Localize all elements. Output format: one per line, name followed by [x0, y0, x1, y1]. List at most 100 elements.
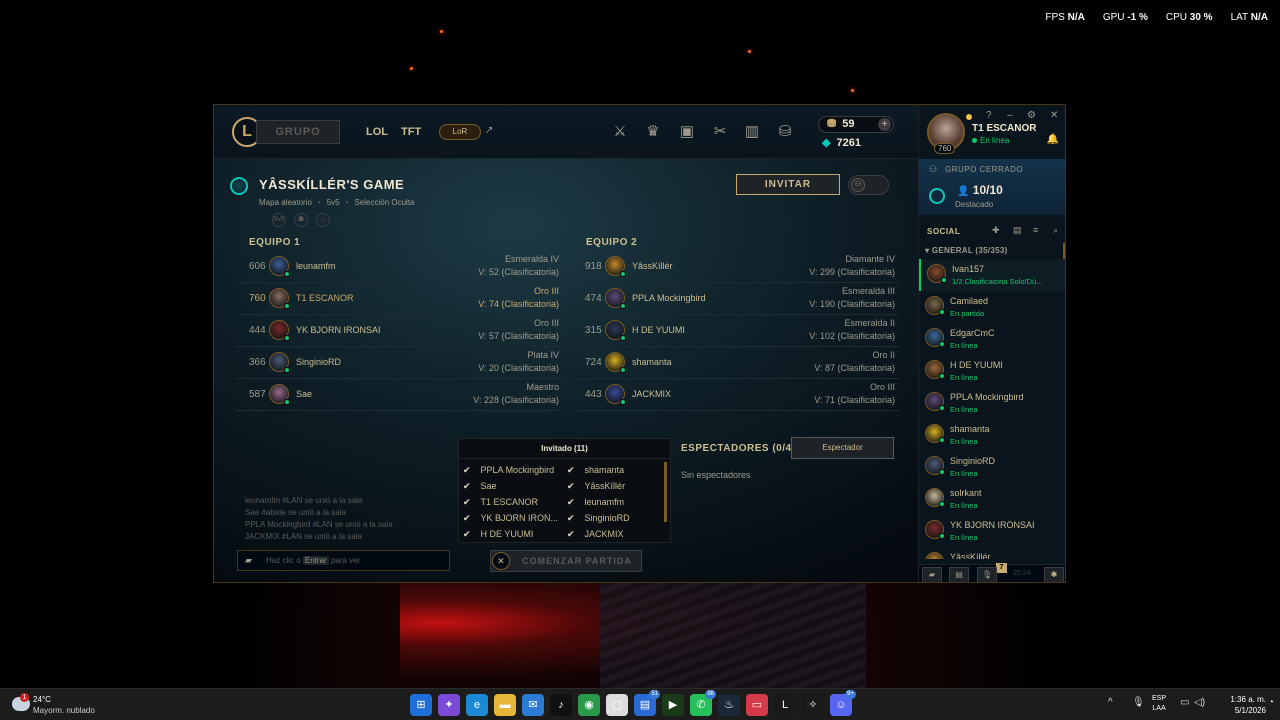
chat-icon[interactable]: ▰ — [922, 567, 942, 582]
start-game-button[interactable]: COMENZAR PARTIDA — [490, 550, 642, 572]
friend-row[interactable]: Ivan157 1/2 Clasificatoria Solo/Dú... — [919, 259, 1065, 291]
chat-message: Sae #abate se unió a la sala — [245, 508, 346, 517]
friend-row[interactable]: SinginioRD En línea — [919, 451, 1065, 483]
invited-header: Invitado (11) — [459, 439, 670, 459]
player-row[interactable]: 443 JACKMIX Oro III V: 71 (Clasificatoria) — [572, 379, 899, 411]
profile-status[interactable]: En línea — [972, 136, 1009, 145]
microphone-icon[interactable]: 🎙 — [1132, 697, 1145, 708]
messages-icon[interactable]: ▤ 7 — [949, 563, 1007, 582]
chat-message: JACKMIX #LAN se unió a la sala — [245, 532, 362, 541]
friend-group-general[interactable]: ▾ GENERAL (35/353) — [925, 246, 1008, 255]
chat-input[interactable]: ▰ Haz clic o Entrar para ver — [237, 550, 450, 571]
friend-name: H DE YUUMI — [950, 360, 1003, 370]
friend-row[interactable]: PPLA Mockingbird En línea — [919, 387, 1065, 419]
friend-row[interactable]: Camilaed En partida — [919, 291, 1065, 323]
group-closed-card[interactable]: ⚇ GRUPO CERRADO 👤 10/10 Destacado — [919, 159, 1065, 215]
taskbar-app-icon[interactable]: ✦ — [438, 694, 460, 716]
player-level: 587 — [249, 389, 266, 400]
friend-status: 1/2 Clasificatoria Solo/Dú... — [952, 277, 1043, 286]
language-indicator[interactable]: ESP LAA — [1152, 694, 1166, 714]
bug-report-icon[interactable]: ✱ — [1044, 567, 1064, 582]
taskbar-app-icon[interactable]: ▭ — [746, 694, 768, 716]
buy-rp-button[interactable]: + — [878, 118, 891, 131]
friend-row[interactable]: solrkant En línea — [919, 483, 1065, 515]
player-row[interactable]: 587 Sae Maestro V: 228 (Clasificatoria) — [236, 379, 563, 411]
player-row[interactable]: 606 leunamfm Esmeralda IV V: 52 (Clasificat… — [236, 251, 563, 283]
play-group-button[interactable]: GRUPO — [256, 120, 340, 144]
settings-gear-icon[interactable]: ⚙ — [1027, 110, 1036, 121]
tab-lol[interactable]: LOL — [366, 126, 388, 138]
taskbar-app-icon[interactable]: ▬ — [494, 694, 516, 716]
profile-card-icon[interactable]: ▣ — [677, 122, 697, 142]
taskbar-app-icon[interactable]: ☺ 9+ — [830, 690, 856, 716]
friend-name: YK BJORN IRONSAI — [950, 520, 1035, 530]
player-row[interactable]: 724 shamanta Oro II V: 87 (Clasificatoria) — [572, 347, 899, 379]
player-row[interactable]: 760 T1 ESCANOR Oro III V: 74 (Clasificatori… — [236, 283, 563, 315]
minimize-button[interactable]: – — [1007, 110, 1013, 121]
crafting-icon[interactable]: ✂ — [710, 122, 730, 142]
player-row[interactable]: 444 YK BJORN IRONSAI Oro III V: 57 (Clasifi… — [236, 315, 563, 347]
volume-icon[interactable]: ◁) — [1194, 697, 1205, 708]
online-status-dot — [939, 469, 945, 475]
clash-icon[interactable]: ⚔ — [610, 122, 630, 142]
lobby-title: YÂSSKÍLLÉR'S GAME — [259, 177, 405, 192]
taskbar-app-icon[interactable]: e — [466, 694, 488, 716]
tab-tft[interactable]: TFT — [401, 126, 421, 138]
taskbar-app-icon[interactable]: ✧ — [802, 694, 824, 716]
notifications-bell-icon[interactable]: 🔔 — [1047, 134, 1059, 145]
list-view-icon[interactable]: ≡ — [1033, 225, 1038, 235]
taskbar-app-icon[interactable]: ▢ — [606, 694, 628, 716]
player-name: T1 ESCANOR — [296, 293, 354, 303]
rp-balance[interactable]: ⛃ 59 + — [818, 116, 894, 133]
add-folder-icon[interactable]: ▤ — [1013, 225, 1022, 236]
player-level: 760 — [249, 293, 266, 304]
leave-lobby-button[interactable]: ✕ — [492, 552, 510, 570]
taskbar-app-icon[interactable]: ◉ — [578, 694, 600, 716]
player-row[interactable]: 366 SinginioRD Plata IV V: 20 (Clasificator… — [236, 347, 563, 379]
taskbar-app-icon[interactable]: ▶ — [662, 694, 684, 716]
notification-dot — [966, 114, 972, 120]
app-notification-badge: 51 — [649, 690, 660, 699]
online-status-dot — [939, 309, 945, 315]
search-icon[interactable]: ⌕ — [1053, 225, 1058, 236]
notification-icon[interactable]: ◔ — [1268, 697, 1274, 708]
invite-button[interactable]: INVITAR — [736, 174, 840, 195]
invited-scrollbar[interactable] — [664, 462, 667, 522]
friend-row[interactable]: EdgarCmC En línea — [919, 323, 1065, 355]
player-row[interactable]: 474 PPLA Mockingbird Esmeralda III V: 190 (… — [572, 283, 899, 315]
friend-row[interactable]: YâssKíllér — [919, 547, 1065, 559]
clock[interactable]: 1:36 a. m. 5/1/2026 — [1216, 694, 1266, 716]
external-link-icon[interactable]: ↗ — [485, 125, 493, 136]
close-button[interactable]: ✕ — [1050, 110, 1058, 121]
trophy-icon[interactable]: ♛ — [643, 122, 663, 142]
taskbar-app-icon[interactable]: ✉ — [522, 694, 544, 716]
friend-row[interactable]: H DE YUUMI En línea — [919, 355, 1065, 387]
microphone-icon[interactable]: 🎙 — [977, 567, 997, 582]
player-wins: V: 87 (Clasificatoria) — [814, 363, 895, 373]
friend-row[interactable]: YK BJORN IRONSAI En línea — [919, 515, 1065, 547]
add-friend-icon[interactable]: ✚ — [992, 225, 1000, 236]
taskbar-app-icon[interactable]: L — [774, 694, 796, 716]
friend-row[interactable]: shamanta En línea — [919, 419, 1065, 451]
taskbar-app-icon[interactable]: ✆ 98 — [690, 690, 716, 716]
online-status-dot — [620, 335, 626, 341]
friend-status: En línea — [950, 373, 978, 382]
store-icon[interactable]: ⛁ — [775, 122, 795, 142]
player-row[interactable]: 315 H DE YUUMI Esmeralda II V: 102 (Clasifi… — [572, 315, 899, 347]
collection-icon[interactable]: ▥ — [742, 122, 762, 142]
lor-button[interactable]: LoR — [439, 124, 481, 140]
network-icon[interactable]: ▭ — [1180, 697, 1189, 708]
taskbar-app-icon[interactable]: ⊞ — [410, 694, 432, 716]
invited-item: ✔ T1 ESCANOR — [463, 497, 567, 510]
cpu-readout: CPU 30 % — [1165, 12, 1213, 23]
spectator-button[interactable]: Espectador — [791, 437, 894, 459]
taskbar-app-icon[interactable]: ♨ — [718, 694, 740, 716]
player-name: YK BJORN IRONSAI — [296, 325, 381, 335]
player-row[interactable]: 918 YâssKíllér Diamante IV V: 299 (Clasific… — [572, 251, 899, 283]
taskbar-app-icon[interactable]: ♪ — [550, 694, 572, 716]
open-lobby-toggle[interactable]: ⚇ — [848, 175, 889, 195]
help-button[interactable]: ? — [986, 110, 992, 121]
chevron-up-icon[interactable]: ^ — [1108, 697, 1113, 708]
taskbar-app-icon[interactable]: ▤ 51 — [634, 690, 660, 716]
checkmark-icon: ✔ — [463, 497, 471, 507]
